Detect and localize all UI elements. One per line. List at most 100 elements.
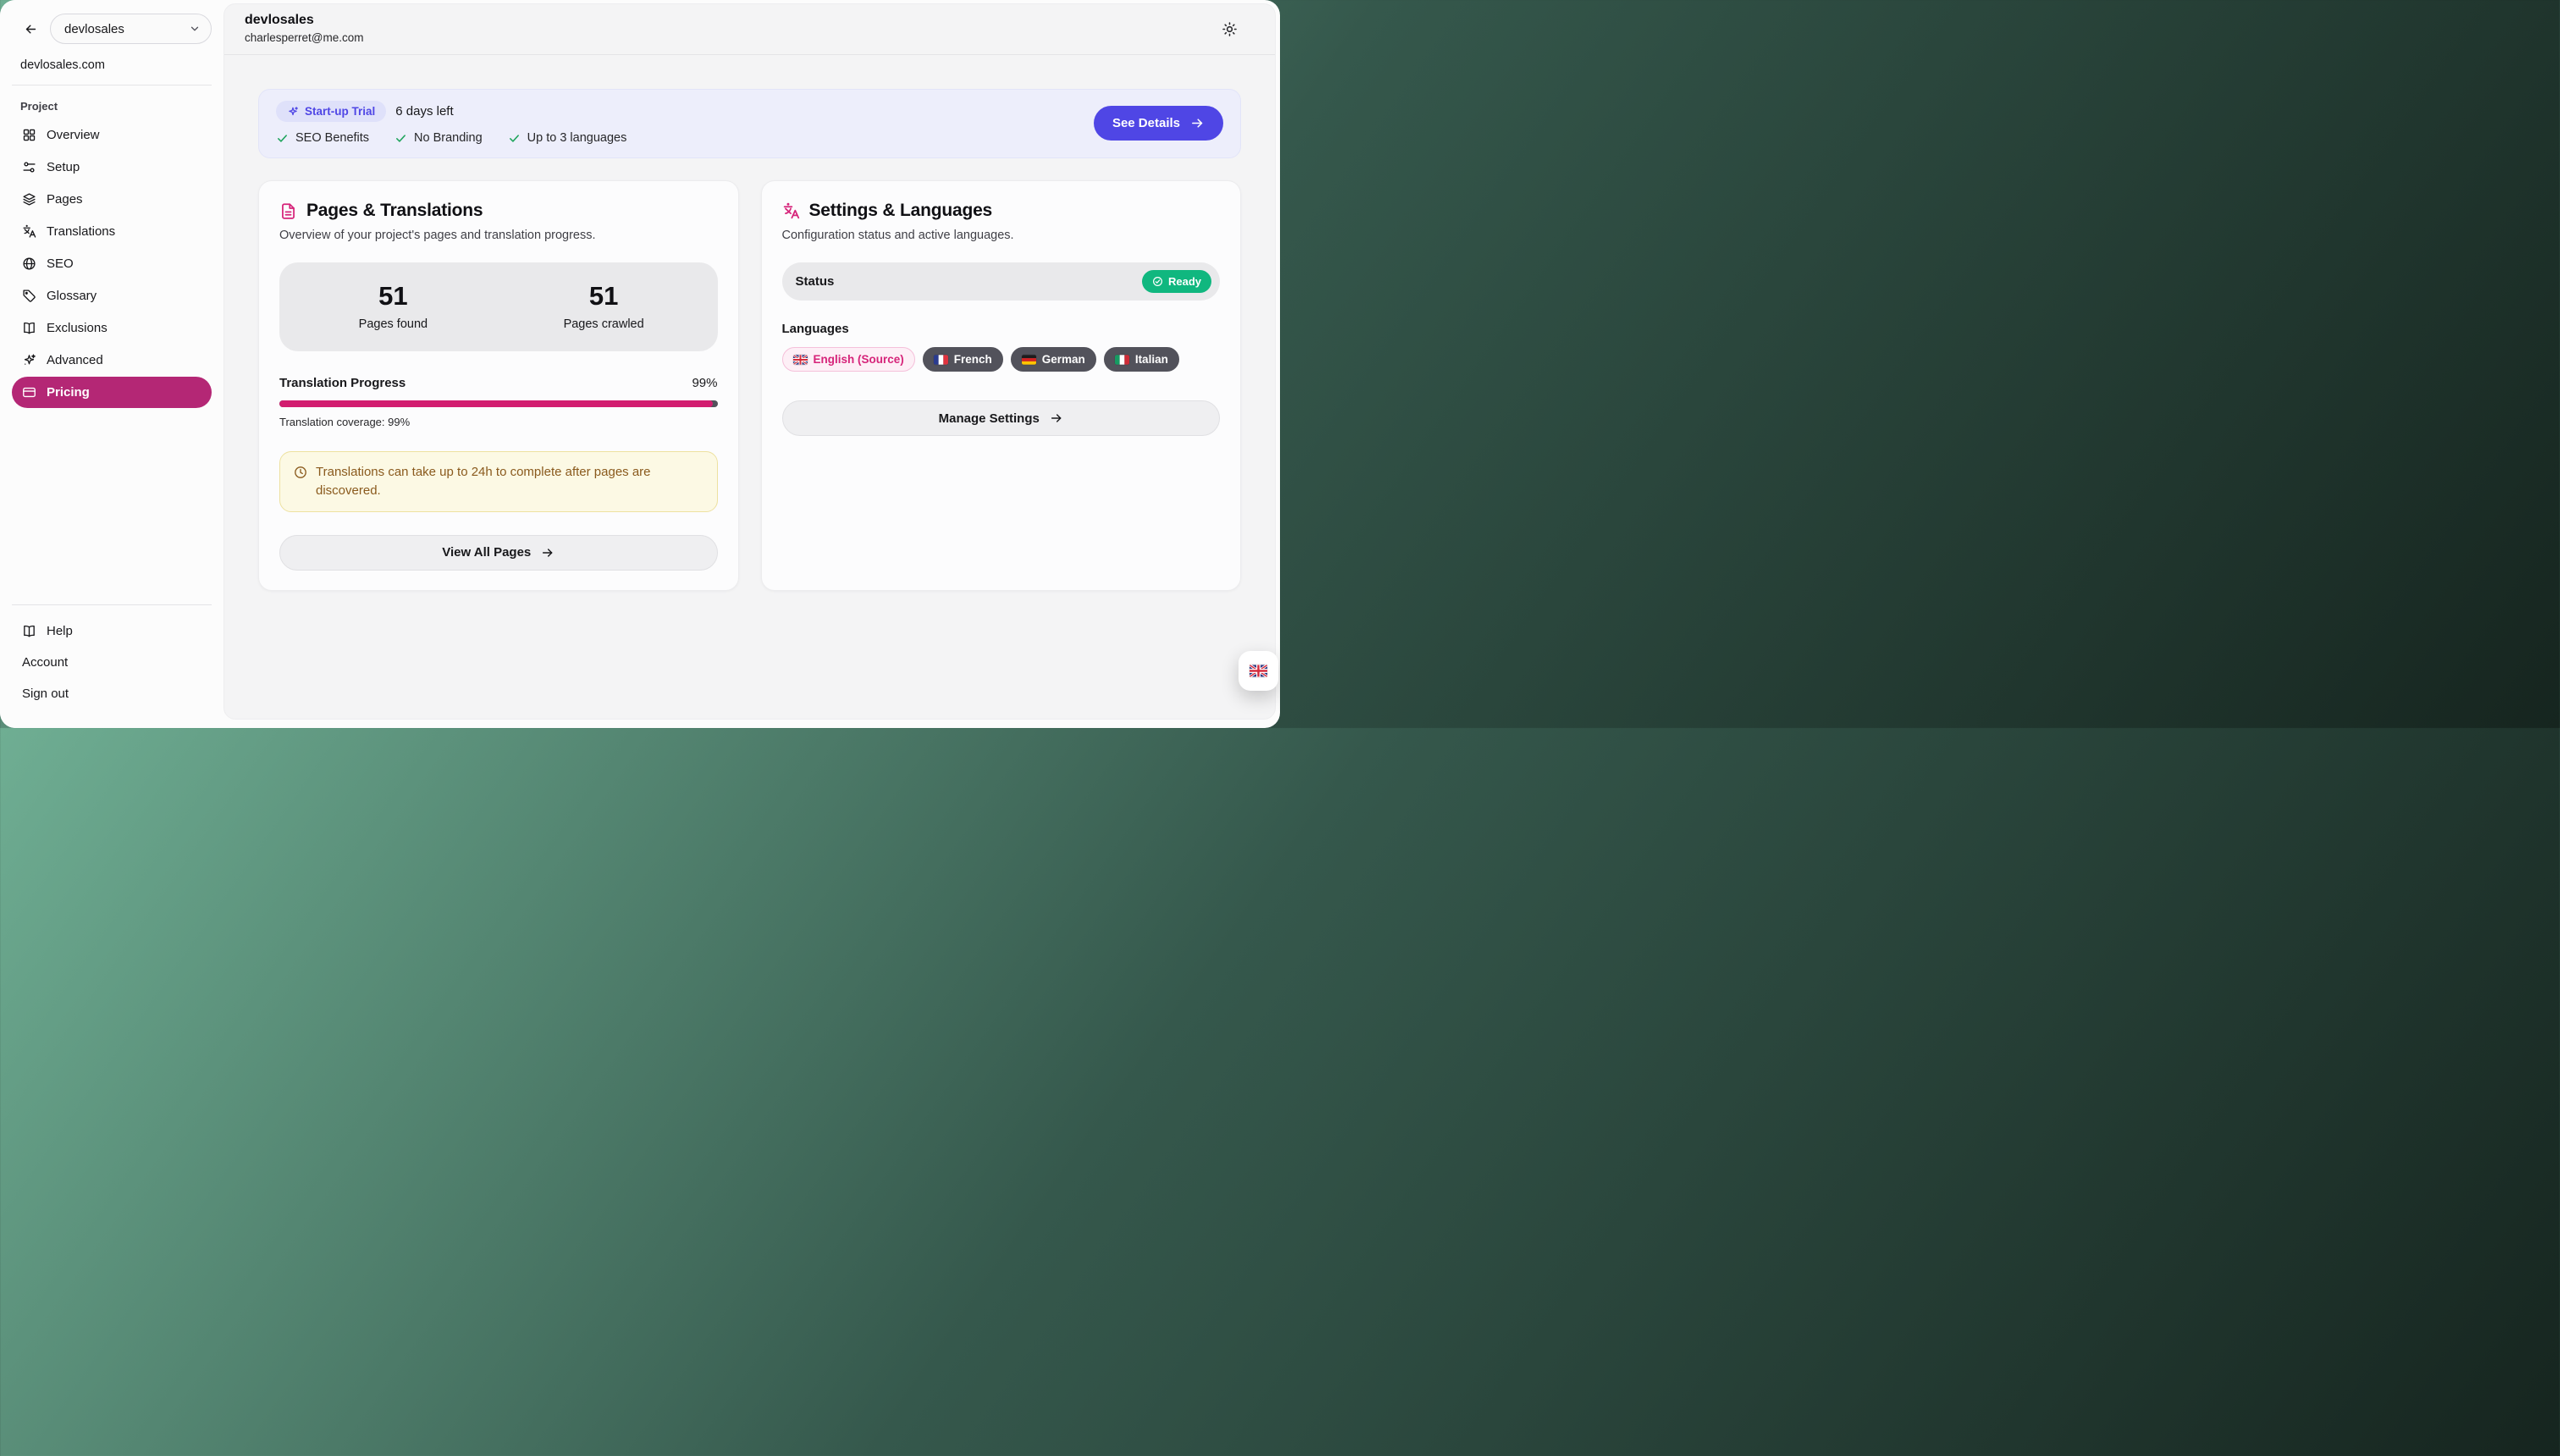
sidebar-item-label: Setup <box>47 160 80 174</box>
check-circle-icon <box>1152 276 1163 287</box>
trial-badge-label: Start-up Trial <box>305 105 375 118</box>
sidebar-footer: Help Account Sign out <box>12 592 212 709</box>
pages-translations-card: Pages & Translations Overview of your pr… <box>258 180 739 591</box>
language-selector-button[interactable] <box>1239 651 1278 691</box>
check-icon <box>394 132 407 145</box>
sidebar-item-glossary[interactable]: Glossary <box>12 280 212 312</box>
stat-pages-found: 51 Pages found <box>288 281 499 331</box>
project-domain: devlosales.com <box>20 58 212 72</box>
stat-label: Pages found <box>288 317 499 331</box>
sidebar-item-label: Account <box>22 655 68 670</box>
translate-icon <box>782 202 800 220</box>
trial-features: SEO Benefits No Branding Up to 3 languag… <box>276 131 626 145</box>
sidebar-item-overview[interactable]: Overview <box>12 119 212 151</box>
sidebar-item-label: Pages <box>47 192 83 207</box>
stat-label: Pages crawled <box>499 317 709 331</box>
main-content: Start-up Trial 6 days left SEO Benefits <box>224 55 1275 719</box>
translate-icon <box>22 224 36 239</box>
flag-de-icon <box>1022 355 1036 365</box>
language-chip-label: Italian <box>1135 353 1168 366</box>
sidebar-item-label: Pricing <box>47 385 90 400</box>
trial-feature-label: Up to 3 languages <box>527 131 627 145</box>
main-panel: devlosales charlesperret@me.com <box>223 3 1276 720</box>
check-icon <box>508 132 521 145</box>
project-selector-dropdown[interactable]: devlosales <box>50 14 212 44</box>
sidebar-item-help[interactable]: Help <box>12 615 212 647</box>
sidebar-section-label: Project <box>20 100 212 113</box>
back-button[interactable] <box>20 19 41 40</box>
card-title: Settings & Languages <box>809 201 993 221</box>
status-badge-label: Ready <box>1168 275 1201 288</box>
view-all-pages-button[interactable]: View All Pages <box>279 535 718 571</box>
translation-notice-text: Translations can take up to 24h to compl… <box>316 463 703 500</box>
sidebar-item-pages[interactable]: Pages <box>12 184 212 215</box>
trial-banner-info: Start-up Trial 6 days left SEO Benefits <box>276 101 626 145</box>
sliders-icon <box>22 160 36 174</box>
arrow-right-icon <box>1050 411 1063 425</box>
arrow-right-icon <box>1190 116 1205 130</box>
translation-progress-row: Translation Progress 99% <box>279 376 718 390</box>
flag-gb-icon <box>1250 665 1267 677</box>
theme-toggle-button[interactable] <box>1218 18 1241 41</box>
sidebar: devlosales devlosales.com Project Overvi… <box>0 0 223 728</box>
see-details-label: See Details <box>1112 116 1180 130</box>
trial-banner-row: Start-up Trial 6 days left <box>276 101 626 122</box>
main-wrap: devlosales charlesperret@me.com <box>223 0 1280 728</box>
clock-icon <box>294 463 307 500</box>
book-open-icon <box>22 624 36 638</box>
credit-card-icon <box>22 385 36 400</box>
sidebar-item-label: SEO <box>47 256 74 271</box>
status-label: Status <box>796 274 835 289</box>
card-title: Pages & Translations <box>306 201 483 221</box>
language-chip-german[interactable]: German <box>1011 347 1096 372</box>
sidebar-item-label: Translations <box>47 224 115 239</box>
manage-settings-button[interactable]: Manage Settings <box>782 400 1221 436</box>
sidebar-item-seo[interactable]: SEO <box>12 248 212 279</box>
translation-progress-fill <box>279 400 713 407</box>
arrow-left-icon <box>24 22 38 36</box>
see-details-button[interactable]: See Details <box>1094 106 1223 141</box>
translation-coverage-text: Translation coverage: 99% <box>279 416 718 428</box>
account-summary: devlosales charlesperret@me.com <box>245 13 364 44</box>
translation-notice: Translations can take up to 24h to compl… <box>279 451 718 512</box>
sparkles-icon <box>22 353 36 367</box>
trial-feature: No Branding <box>394 131 483 145</box>
project-selector-value: devlosales <box>64 22 124 36</box>
sidebar-item-pricing[interactable]: Pricing <box>12 377 212 408</box>
sidebar-item-advanced[interactable]: Advanced <box>12 345 212 376</box>
sidebar-item-translations[interactable]: Translations <box>12 216 212 247</box>
language-chip-label: English (Source) <box>814 353 904 366</box>
file-text-icon <box>279 202 297 220</box>
language-chip-label: German <box>1042 353 1085 366</box>
status-badge: Ready <box>1142 270 1211 293</box>
screen: devlosales devlosales.com Project Overvi… <box>0 0 1280 728</box>
sidebar-item-label: Help <box>47 624 73 638</box>
translation-progress-bar <box>279 400 718 407</box>
languages-label: Languages <box>782 322 1221 336</box>
sidebar-item-setup[interactable]: Setup <box>12 152 212 183</box>
language-chip-english-source[interactable]: English (Source) <box>782 347 915 372</box>
flag-gb-icon <box>793 355 808 365</box>
grid-icon <box>22 128 36 142</box>
card-title-row: Settings & Languages <box>782 201 1221 221</box>
language-chips: English (Source) French German <box>782 347 1221 372</box>
chevron-down-icon <box>189 23 201 35</box>
settings-languages-card: Settings & Languages Configuration statu… <box>761 180 1242 591</box>
manage-settings-label: Manage Settings <box>939 411 1040 426</box>
divider <box>12 604 212 605</box>
sidebar-item-sign-out[interactable]: Sign out <box>12 678 212 709</box>
tag-icon <box>22 289 36 303</box>
view-all-pages-label: View All Pages <box>442 545 531 560</box>
sidebar-item-account[interactable]: Account <box>12 647 212 678</box>
page-title: devlosales <box>245 13 364 28</box>
sparkle-icon <box>287 106 299 118</box>
language-chip-italian[interactable]: Italian <box>1104 347 1179 372</box>
language-chip-french[interactable]: French <box>923 347 1003 372</box>
sidebar-item-label: Exclusions <box>47 321 108 335</box>
book-open-icon <box>22 321 36 335</box>
translation-progress-label: Translation Progress <box>279 376 406 390</box>
account-email: charlesperret@me.com <box>245 31 364 44</box>
check-icon <box>276 132 289 145</box>
trial-badge: Start-up Trial <box>276 101 386 122</box>
sidebar-item-exclusions[interactable]: Exclusions <box>12 312 212 344</box>
